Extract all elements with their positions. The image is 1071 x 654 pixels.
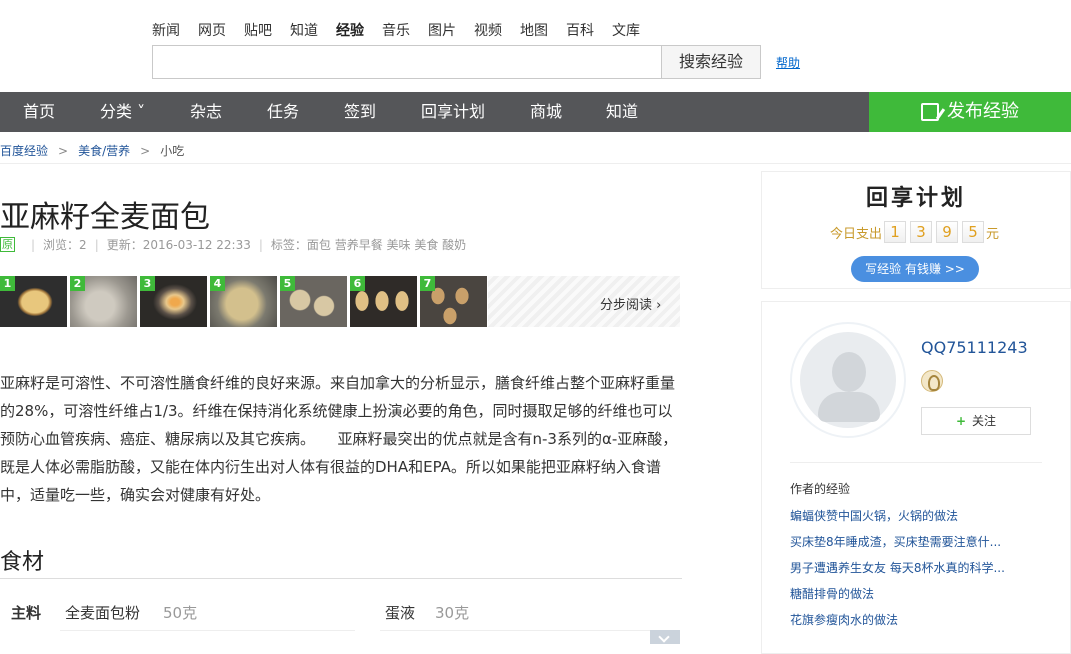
publish-label: 发布经验 [947,101,1019,122]
breadcrumb: 百度经验 > 美食/营养 > 小吃 [0,142,184,159]
step-thumbnails: 1 2 3 4 5 6 7 分步阅读 › [0,276,680,327]
list-item[interactable]: 男子遭遇养生女友 每天8杯水真的科学... [790,559,1040,585]
user-silhouette-icon [818,392,880,422]
topnav-tieba[interactable]: 贴吧 [244,20,272,40]
divider [380,630,680,631]
expand-icon[interactable] [650,630,680,644]
publish-button[interactable]: 发布经验 [869,92,1071,132]
topnav-jingyan[interactable]: 经验 [336,20,364,40]
tags[interactable]: 标签：面包 营养早餐 美味 美食 酸奶 [271,236,466,253]
search-input[interactable] [152,45,662,79]
article-meta: 原 | 浏览：2 | 更新：2016-03-12 22:33 | 标签：面包 营… [0,236,466,253]
step-thumb[interactable]: 2 [70,276,137,327]
list-item[interactable]: 糖醋排骨的做法 [790,585,1040,611]
step-thumb[interactable]: 1 [0,276,67,327]
payout-digit: 5 [962,221,985,243]
step-thumb[interactable]: 7 [420,276,487,327]
payout-digit: 3 [910,221,933,243]
step-thumb[interactable]: 4 [210,276,277,327]
list-item[interactable]: 买床垫8年睡成渣，买床垫需要注意什... [790,533,1040,559]
topnav-baike[interactable]: 百科 [566,20,594,40]
step-number: 5 [280,276,295,291]
breadcrumb-snack[interactable]: 小吃 [160,142,184,159]
avatar[interactable] [790,322,906,438]
step-thumb[interactable]: 6 [350,276,417,327]
chevron-right-icon: > [140,143,151,158]
nav-home[interactable]: 首页 [23,92,55,132]
list-item[interactable]: 蝙蝠侠赞中国火锅，火锅的做法 [790,507,1040,533]
payout-digit: 9 [936,221,959,243]
topnav-web[interactable]: 网页 [198,20,226,40]
topnav-map[interactable]: 地图 [520,20,548,40]
follow-label: 关注 [972,414,997,428]
ingredients-heading: 食材 [0,550,45,575]
chevron-right-icon: > [58,143,69,158]
original-badge: 原 [0,237,15,252]
breadcrumb-food[interactable]: 美食/营养 [78,142,130,159]
step-number: 2 [70,276,85,291]
divider: | [258,237,263,252]
step-number: 7 [420,276,435,291]
step-read-link[interactable]: 分步阅读 › [600,294,661,313]
search-button[interactable]: 搜索经验 [661,45,761,79]
write-earn-button[interactable]: 写经验 有钱赚 >> [851,256,979,282]
nav-share-plan[interactable]: 回享计划 [421,92,485,132]
nav-zhidao[interactable]: 知道 [606,92,638,132]
today-payout: 今日支出 1 3 9 5 元 [830,221,999,243]
plus-icon: + [955,414,967,428]
update-time: 更新：2016-03-12 22:33 [106,238,251,252]
nav-checkin[interactable]: 签到 [344,92,376,132]
divider: | [31,237,36,252]
nav-tasks[interactable]: 任务 [267,92,299,132]
ingredient-name: 全麦面包粉 [65,604,141,622]
topnav-zhidao[interactable]: 知道 [290,20,318,40]
user-silhouette-icon [832,352,866,392]
step-number: 3 [140,276,155,291]
nav-category[interactable]: 分类 ˅ [100,92,145,132]
nav-magazine[interactable]: 杂志 [190,92,222,132]
divider [0,578,682,579]
topnav-images[interactable]: 图片 [428,20,456,40]
ingredient-amount: 30克 [435,604,470,622]
ingredient-name: 蛋液 [385,604,416,622]
follow-button[interactable]: + 关注 [921,407,1031,435]
divider [790,462,1042,463]
payout-digit: 1 [884,221,907,243]
list-item[interactable]: 花旗参瘦肉水的做法 [790,611,1040,637]
share-plan-title: 回享计划 [865,185,966,211]
author-experiences-heading: 作者的经验 [790,482,851,496]
page-title: 亚麻籽全麦面包 [0,200,210,235]
share-plan-box: 回享计划 今日支出 1 3 9 5 元 写经验 有钱赚 >> [761,171,1071,289]
article-intro: 亚麻籽是可溶性、不可溶性膳食纤维的良好来源。来自加拿大的分析显示，膳食纤维占整个… [0,374,678,504]
view-count: 浏览：2 [43,238,87,252]
breadcrumb-home[interactable]: 百度经验 [0,142,48,159]
step-number: 4 [210,276,225,291]
ingredient-amount: 50克 [163,604,198,622]
step-thumb[interactable]: 3 [140,276,207,327]
topnav-news[interactable]: 新闻 [152,20,180,40]
topnav-wenku[interactable]: 文库 [612,20,640,40]
topnav-music[interactable]: 音乐 [382,20,410,40]
edit-icon [921,103,939,121]
author-name[interactable]: QQ75111243 [921,338,1028,357]
nav-mall[interactable]: 商城 [530,92,562,132]
help-link[interactable]: 帮助 [776,54,800,71]
divider [0,163,1071,164]
top-nav: 新闻 网页 贴吧 知道 经验 音乐 图片 视频 地图 百科 文库 [152,20,658,40]
author-level-icon [921,370,943,392]
payout-label: 今日支出 [830,226,883,242]
author-box: QQ75111243 + 关注 作者的经验 蝙蝠侠赞中国火锅，火锅的做法 买床垫8… [761,301,1071,654]
divider: | [94,237,99,252]
payout-unit: 元 [986,226,1000,242]
step-thumb[interactable]: 5 [280,276,347,327]
divider [60,630,355,631]
step-number: 1 [0,276,15,291]
ingredient-main-label: 主料 [11,604,42,622]
author-experience-list: 蝙蝠侠赞中国火锅，火锅的做法 买床垫8年睡成渣，买床垫需要注意什... 男子遭遇… [790,507,1040,637]
step-number: 6 [350,276,365,291]
topnav-video[interactable]: 视频 [474,20,502,40]
